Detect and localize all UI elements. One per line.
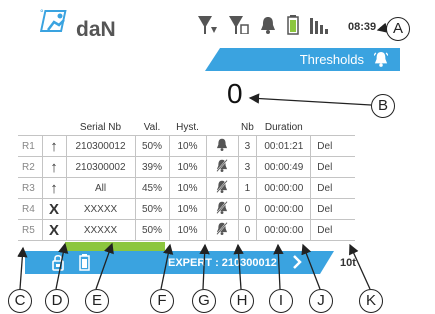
callout-j: J: [309, 289, 333, 313]
leader-j: [301, 243, 321, 290]
callout-k: K: [359, 289, 383, 313]
callout-a: A: [386, 17, 410, 41]
leader-h: [233, 243, 244, 290]
callout-f: F: [150, 289, 174, 313]
callout-h: H: [230, 289, 254, 313]
leader-c: [17, 246, 28, 290]
callout-leaders: [17, 22, 389, 290]
leader-k: [349, 243, 371, 290]
callout-d: D: [45, 289, 69, 313]
callout-i: I: [269, 289, 293, 313]
leader-i: [273, 243, 284, 290]
leader-e: [95, 242, 114, 290]
leader-d: [55, 242, 69, 290]
leader-b: [248, 93, 372, 106]
leader-g: [199, 243, 210, 290]
callout-c: C: [8, 289, 32, 313]
callout-g: G: [192, 289, 216, 313]
callout-e: E: [85, 289, 109, 313]
leader-f: [160, 243, 174, 290]
callout-b: B: [371, 94, 395, 118]
